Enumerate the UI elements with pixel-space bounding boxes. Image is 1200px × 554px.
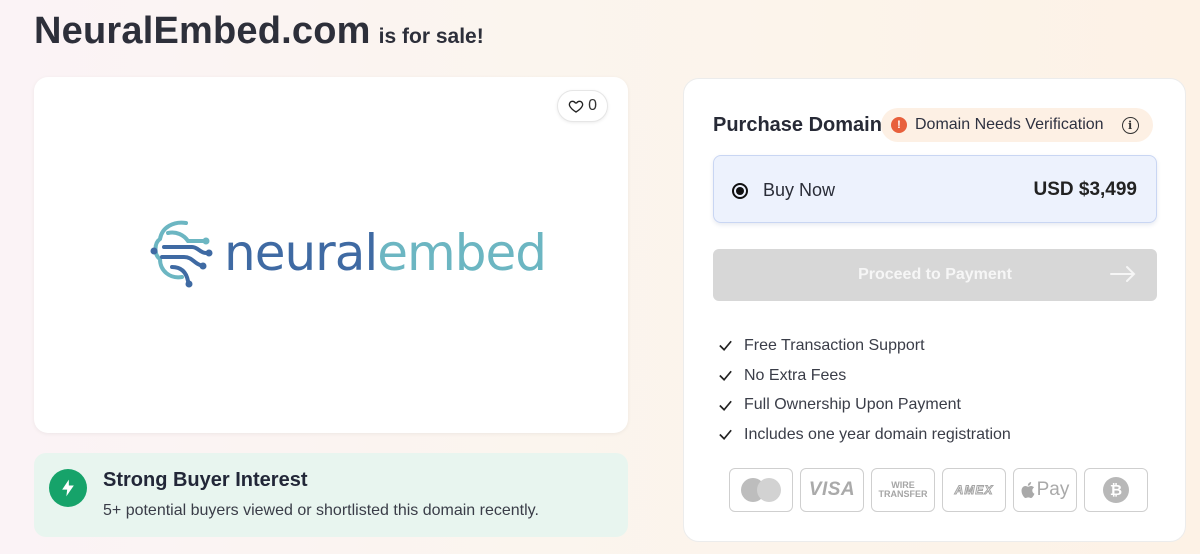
feature-text: Full Ownership Upon Payment xyxy=(744,396,961,414)
check-icon xyxy=(719,400,732,411)
option-price: USD $3,499 xyxy=(1033,179,1137,200)
option-label: Buy Now xyxy=(763,180,836,200)
list-item: No Extra Fees xyxy=(717,361,1011,391)
wire-transfer-icon: WIRE TRANSFER xyxy=(871,468,935,512)
mastercard-icon xyxy=(729,468,793,512)
check-icon xyxy=(719,430,732,441)
like-count: 0 xyxy=(588,97,597,114)
check-icon xyxy=(719,341,732,352)
domain-logo-card: 0 neuralembed xyxy=(34,77,628,433)
feature-text: No Extra Fees xyxy=(744,366,847,384)
bitcoin-icon: ₿ xyxy=(1084,468,1148,512)
arrow-right-icon xyxy=(1110,266,1136,282)
list-item: Includes one year domain registration xyxy=(717,420,1011,450)
purchase-title: Purchase Domain xyxy=(713,114,882,136)
interest-description: 5+ potential buyers viewed or shortliste… xyxy=(103,502,539,519)
feature-list: Free Transaction Support No Extra Fees F… xyxy=(717,331,1011,450)
apple-pay-icon: Pay xyxy=(1013,468,1077,512)
check-icon xyxy=(719,370,732,382)
logo-text-embed: embed xyxy=(377,224,547,282)
visa-icon: VISA xyxy=(800,468,864,512)
radio-selected-icon[interactable] xyxy=(732,183,748,199)
brain-circuit-icon xyxy=(150,220,213,288)
for-sale-text: is for sale! xyxy=(378,25,484,48)
logo-text-neural: neural xyxy=(224,224,378,282)
logo-wordmark: neuralembed xyxy=(224,224,547,282)
warning-icon: ! xyxy=(891,117,907,133)
verification-badge[interactable]: ! Domain Needs Verification i xyxy=(881,108,1153,142)
info-icon[interactable]: i xyxy=(1121,116,1139,134)
like-button[interactable]: 0 xyxy=(557,90,608,122)
feature-text: Free Transaction Support xyxy=(744,336,925,354)
payment-methods: VISA WIRE TRANSFER AMEX Pay ₿ xyxy=(729,468,1148,512)
verification-text: Domain Needs Verification xyxy=(915,116,1104,133)
page-title: NeuralEmbed.com is for sale! xyxy=(34,10,484,53)
proceed-label: Proceed to Payment xyxy=(858,266,1012,283)
amex-icon: AMEX xyxy=(942,468,1006,512)
buy-now-option[interactable]: Buy Now USD $3,499 xyxy=(713,155,1157,223)
list-item: Full Ownership Upon Payment xyxy=(717,390,1011,420)
buyer-interest-banner: Strong Buyer Interest 5+ potential buyer… xyxy=(34,453,628,537)
lightning-icon xyxy=(49,469,87,507)
purchase-panel: Purchase Domain ! Domain Needs Verificat… xyxy=(683,78,1186,542)
proceed-to-payment-button[interactable]: Proceed to Payment xyxy=(713,249,1157,301)
feature-text: Includes one year domain registration xyxy=(744,425,1011,443)
heart-icon xyxy=(568,100,584,113)
domain-name: NeuralEmbed.com xyxy=(34,10,371,52)
list-item: Free Transaction Support xyxy=(717,331,1011,361)
neuralembed-logo: neuralembed xyxy=(148,217,547,289)
interest-heading: Strong Buyer Interest xyxy=(103,469,308,491)
